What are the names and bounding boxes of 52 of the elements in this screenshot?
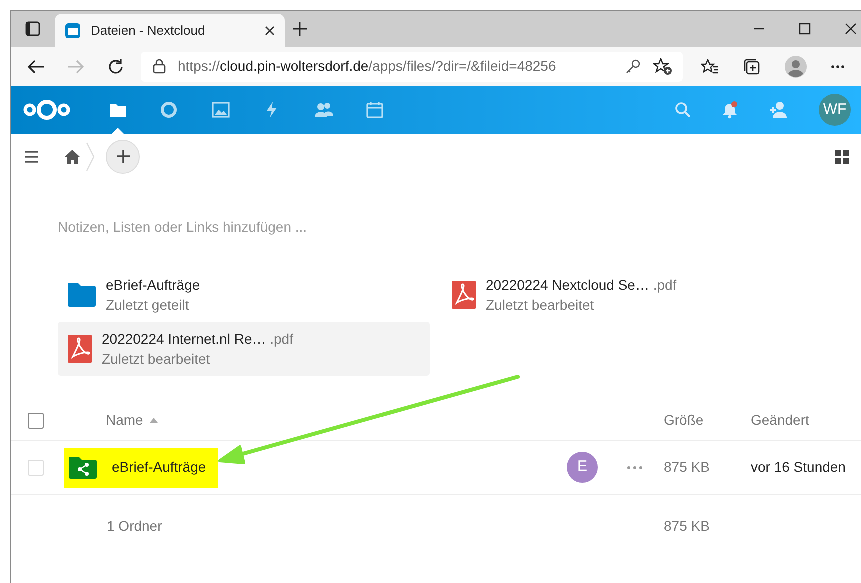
notifications-icon[interactable] <box>721 101 739 119</box>
plus-icon <box>116 150 130 163</box>
favorites-icon[interactable] <box>701 58 719 74</box>
file-size: 875 KB <box>664 458 711 477</box>
file-name: 20220224 Nextcloud Se… .pdf <box>486 276 677 295</box>
column-header[interactable]: Größe <box>664 410 751 431</box>
select-all-checkbox[interactable] <box>28 412 44 428</box>
reload-icon[interactable] <box>107 58 125 76</box>
file-subtitle: Zuletzt bearbeitet <box>486 296 596 315</box>
image-icon[interactable] <box>212 101 230 119</box>
file-name: eBrief-Aufträge <box>106 276 200 295</box>
new-button[interactable] <box>106 140 140 174</box>
summary-size: 875 KB <box>664 516 711 536</box>
key-icon[interactable] <box>625 58 641 74</box>
tab-actions-icon[interactable] <box>25 21 41 37</box>
column-header[interactable]: Geändert <box>751 410 861 431</box>
more-actions-icon[interactable] <box>627 466 643 470</box>
maximize-icon[interactable] <box>799 23 811 35</box>
circle-icon[interactable] <box>160 101 178 119</box>
more-icon[interactable] <box>831 64 845 68</box>
summary-count: 1 Ordner <box>107 516 162 536</box>
tab-title: Dateien - Nextcloud <box>91 22 206 40</box>
user-avatar[interactable]: WF <box>819 94 851 126</box>
file-subtitle: Zuletzt geteilt <box>106 296 190 315</box>
notes-field[interactable]: Notizen, Listen oder Links hinzufügen ... <box>58 216 838 238</box>
pdf-icon <box>68 335 92 363</box>
breadcrumb-chevron-icon <box>86 142 96 172</box>
column-header[interactable]: Name <box>106 410 144 431</box>
url-text: https://cloud.pin-woltersdorf.de/apps/files/?dir=/&fileid=48256 <box>178 57 558 76</box>
grid-view-icon[interactable] <box>835 150 849 164</box>
collections-icon[interactable] <box>743 58 761 76</box>
add-favorite-icon[interactable] <box>653 58 673 76</box>
menu-icon[interactable] <box>25 150 38 162</box>
row-checkbox[interactable] <box>28 460 44 476</box>
shared-folder-icon <box>69 456 97 478</box>
close-window-icon[interactable] <box>845 23 857 35</box>
active-indicator-icon <box>112 128 124 134</box>
file-name: 20220224 Internet.nl Re… .pdf <box>102 330 294 349</box>
modified-date: vor 16 Stunden <box>751 458 847 477</box>
new-tab-icon[interactable] <box>293 22 307 36</box>
browser-tab[interactable]: Dateien - Nextcloud <box>55 14 285 47</box>
file-name-cell[interactable]: eBrief-Aufträge <box>64 448 218 488</box>
close-icon[interactable] <box>265 26 275 36</box>
file-subtitle: Zuletzt bearbeitet <box>102 350 212 369</box>
lock-icon <box>153 59 166 74</box>
address-bar[interactable]: https://cloud.pin-woltersdorf.de/apps/files/?dir=/&fileid=48256 <box>141 52 683 82</box>
home-icon[interactable] <box>65 150 80 164</box>
pdf-icon <box>452 281 476 309</box>
back-icon[interactable] <box>27 58 45 74</box>
logo-icon[interactable] <box>23 99 71 121</box>
recent-file-item[interactable]: 20220224 Internet.nl Re… .pdf Zuletzt bearbeitet <box>58 322 430 376</box>
profile-icon[interactable] <box>785 56 807 78</box>
